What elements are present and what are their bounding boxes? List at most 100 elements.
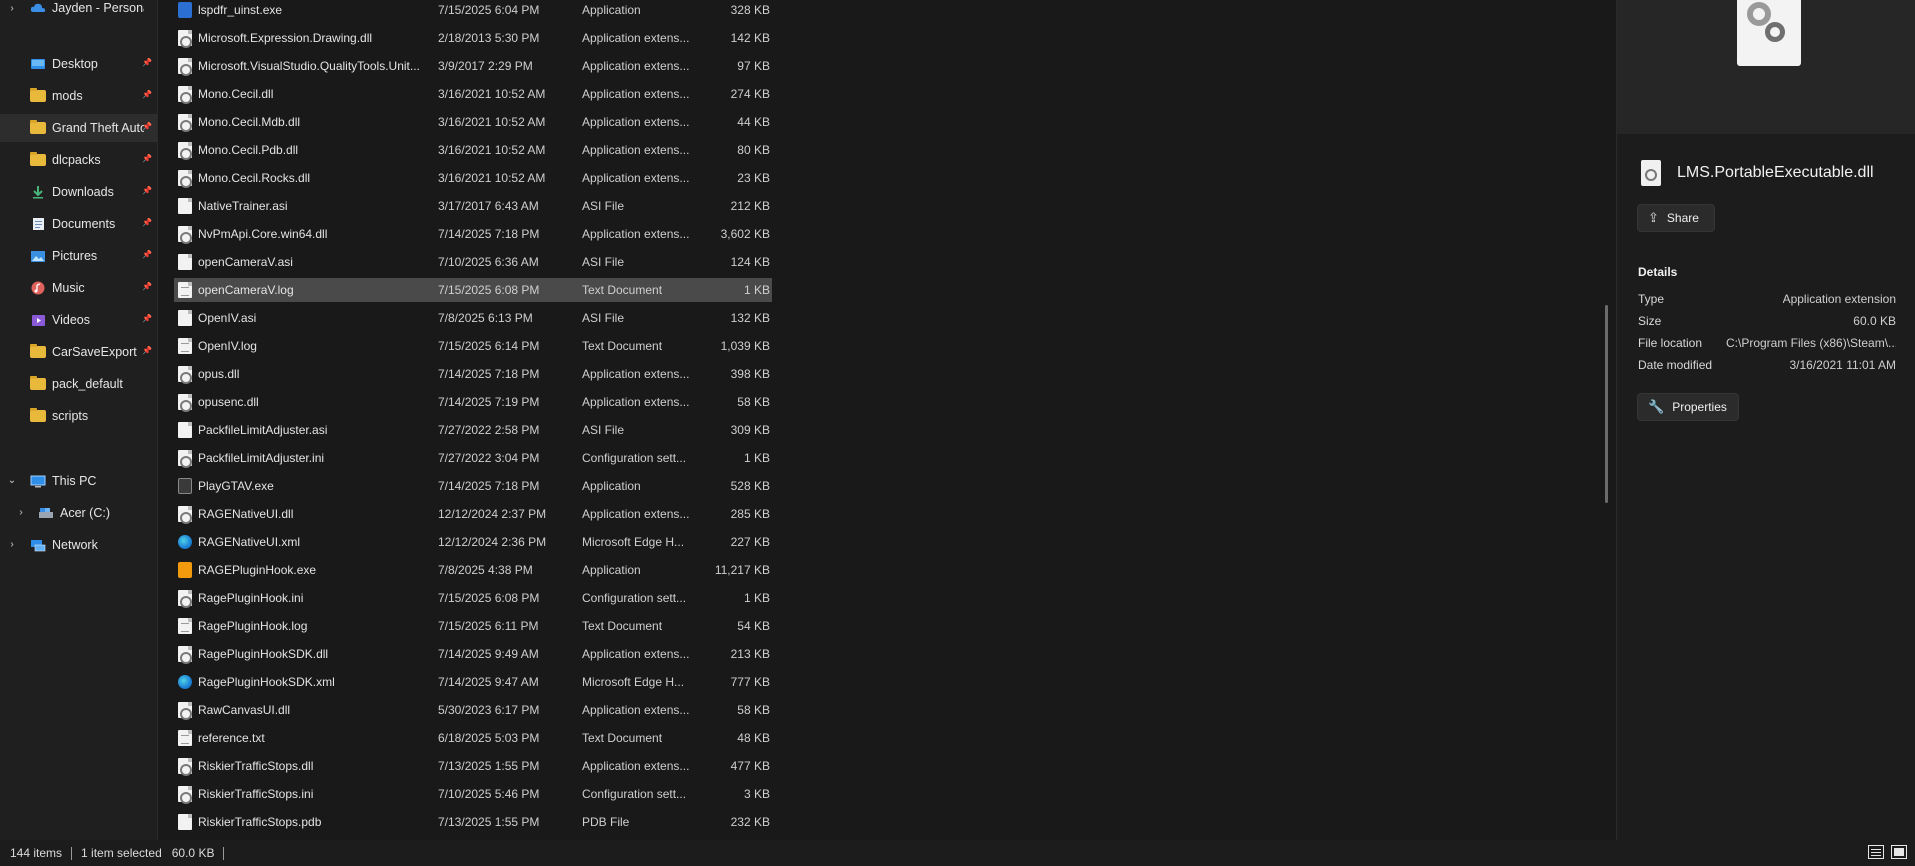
- settings-file-icon: [178, 142, 192, 160]
- chevron-right-icon[interactable]: ›: [15, 507, 27, 519]
- file-row[interactable]: RagePluginHookSDK.xml 7/14/2025 9:47 AM Mi…: [174, 670, 772, 694]
- sidebar-item-desktop[interactable]: Desktop 📌: [0, 50, 157, 78]
- file-type: Configuration sett...: [582, 787, 687, 801]
- file-name: NativeTrainer.asi: [198, 199, 288, 213]
- pin-icon[interactable]: 📌: [142, 90, 152, 100]
- pin-icon[interactable]: 📌: [142, 250, 152, 260]
- file-row[interactable]: NvPmApi.Core.win64.dll 7/14/2025 7:18 PM A…: [174, 222, 772, 246]
- file-row[interactable]: RagePluginHookSDK.dll 7/14/2025 9:49 AM Ap…: [174, 642, 772, 666]
- pin-icon[interactable]: 📌: [142, 282, 152, 292]
- file-row[interactable]: RAGENativeUI.xml 12/12/2024 2:36 PM Micros…: [174, 530, 772, 554]
- sidebar-item-grand-theft-auto-v[interactable]: Grand Theft Auto V📌: [0, 114, 157, 142]
- file-date: 7/8/2025 4:38 PM: [438, 563, 533, 577]
- file-name: Microsoft.Expression.Drawing.dll: [198, 31, 373, 45]
- chevron-right-icon[interactable]: ›: [6, 539, 18, 551]
- file-type: Application extens...: [582, 703, 690, 717]
- file-row[interactable]: openCameraV.asi 7/10/2025 6:36 AM ASI File…: [174, 250, 772, 274]
- sidebar-item-documents[interactable]: Documents 📌: [0, 210, 157, 238]
- file-row[interactable]: Mono.Cecil.Pdb.dll 3/16/2021 10:52 AM Appl…: [174, 138, 772, 162]
- file-size: 1 KB: [743, 591, 770, 605]
- file-row[interactable]: reference.txt 6/18/2025 5:03 PM Text Docum…: [174, 726, 772, 750]
- vertical-scrollbar[interactable]: [1605, 305, 1608, 503]
- file-row[interactable]: RiskierTrafficStops.pdb 7/13/2025 1:55 PM…: [174, 810, 772, 834]
- pin-icon[interactable]: 📌: [142, 186, 152, 196]
- file-row[interactable]: RAGEPluginHook.exe 7/8/2025 4:38 PM Applic…: [174, 558, 772, 582]
- file-date: 7/14/2025 7:19 PM: [438, 395, 540, 409]
- sidebar-item-pack-default[interactable]: pack_default: [0, 370, 157, 398]
- file-row[interactable]: Mono.Cecil.Rocks.dll 3/16/2021 10:52 AM Ap…: [174, 166, 772, 190]
- file-row[interactable]: PackfileLimitAdjuster.asi 7/27/2022 2:58 …: [174, 418, 772, 442]
- file-row[interactable]: OpenIV.asi 7/8/2025 6:13 PM ASI File 132 KB: [174, 306, 772, 330]
- pin-icon[interactable]: 📌: [142, 346, 152, 356]
- file-name: RAGEPluginHook.exe: [198, 563, 317, 577]
- pin-icon[interactable]: 📌: [142, 122, 152, 132]
- file-row[interactable]: opusenc.dll 7/14/2025 7:19 PM Application …: [174, 390, 772, 414]
- file-row[interactable]: RawCanvasUI.dll 5/30/2023 6:17 PM Applicat…: [174, 698, 772, 722]
- sidebar-item-downloads[interactable]: Downloads 📌: [0, 178, 157, 206]
- file-row[interactable]: Mono.Cecil.dll 3/16/2021 10:52 AM Applicat…: [174, 82, 772, 106]
- file-size: 309 KB: [730, 423, 770, 437]
- nav-item-network[interactable]: › Network: [0, 531, 157, 559]
- file-name: PlayGTAV.exe: [198, 479, 274, 493]
- file-date: 7/8/2025 6:13 PM: [438, 311, 533, 325]
- pin-icon[interactable]: 📌: [142, 154, 152, 164]
- detail-value: Application extension: [1782, 292, 1896, 306]
- nav-item-drive-c[interactable]: › Acer (C:): [0, 499, 157, 527]
- tiles-view-icon[interactable]: [1891, 845, 1907, 859]
- sidebar-item-label: Music: [52, 281, 85, 295]
- file-row[interactable]: OpenIV.log 7/15/2025 6:14 PM Text Document…: [174, 334, 772, 358]
- file-row[interactable]: RagePluginHook.ini 7/15/2025 6:08 PM Confi…: [174, 586, 772, 610]
- detail-value: 60.0 KB: [1853, 314, 1896, 328]
- nav-item-this-pc[interactable]: ⌄ This PC: [0, 467, 157, 495]
- nav-item-onedrive[interactable]: › Jayden - Personal: [0, 0, 157, 22]
- file-row[interactable]: Microsoft.Expression.Drawing.dll 2/18/201…: [174, 26, 772, 50]
- file-row[interactable]: NativeTrainer.asi 3/17/2017 6:43 AM ASI Fi…: [174, 194, 772, 218]
- sidebar-item-mods[interactable]: mods 📌: [0, 82, 157, 110]
- sidebar-item-pictures[interactable]: Pictures 📌: [0, 242, 157, 270]
- sidebar-item-label: dlcpacks: [52, 153, 101, 167]
- sidebar-item-dlcpacks[interactable]: dlcpacks 📌: [0, 146, 157, 174]
- file-row[interactable]: opus.dll 7/14/2025 7:18 PM Application ext…: [174, 362, 772, 386]
- file-type: ASI File: [582, 255, 625, 269]
- pin-icon[interactable]: 📌: [142, 218, 152, 228]
- file-row[interactable]: RiskierTrafficStops.dll 7/13/2025 1:55 PM…: [174, 754, 772, 778]
- computer-icon: [30, 474, 46, 488]
- file-row[interactable]: RAGENativeUI.dll 12/12/2024 2:37 PM Applic…: [174, 502, 772, 526]
- file-row[interactable]: lspdfr_uinst.exe 7/15/2025 6:04 PM Applica…: [174, 0, 772, 22]
- file-type: ASI File: [582, 423, 625, 437]
- file-row[interactable]: RagePluginHook.log 7/15/2025 6:11 PM Text …: [174, 614, 772, 638]
- file-size: 328 KB: [730, 3, 770, 17]
- file-icon: [178, 254, 192, 270]
- chevron-right-icon[interactable]: ›: [6, 3, 18, 15]
- sidebar-item-scripts[interactable]: scripts: [0, 402, 157, 430]
- downloads-icon: [30, 185, 46, 199]
- details-view-icon[interactable]: [1868, 845, 1884, 859]
- pin-icon[interactable]: 📌: [142, 314, 152, 324]
- file-date: 7/14/2025 9:49 AM: [438, 647, 539, 661]
- file-name: RiskierTrafficStops.dll: [198, 759, 314, 773]
- sidebar-item-carsaveexport[interactable]: CarSaveExport 📌: [0, 338, 157, 366]
- file-size: 1 KB: [743, 283, 770, 297]
- sidebar-item-music[interactable]: Music 📌: [0, 274, 157, 302]
- file-type: Application: [582, 563, 641, 577]
- file-row[interactable]: RiskierTrafficStops.ini 7/10/2025 5:46 PM…: [174, 782, 772, 806]
- share-button[interactable]: ⇪ Share: [1637, 204, 1715, 232]
- sidebar-item-label: Grand Theft Auto V: [52, 121, 144, 135]
- file-row[interactable]: openCameraV.log 7/15/2025 6:08 PM Text Doc…: [174, 278, 772, 302]
- file-preview: [1617, 0, 1915, 134]
- file-type: ASI File: [582, 199, 625, 213]
- file-row[interactable]: Mono.Cecil.Mdb.dll 3/16/2021 10:52 AM Appl…: [174, 110, 772, 134]
- settings-file-icon: [178, 394, 192, 412]
- sidebar-item-videos[interactable]: Videos 📌: [0, 306, 157, 334]
- file-name: Mono.Cecil.dll: [198, 87, 274, 101]
- pin-icon[interactable]: 📌: [142, 58, 152, 68]
- file-row[interactable]: PlayGTAV.exe 7/14/2025 7:18 PM Application…: [174, 474, 772, 498]
- file-row[interactable]: Microsoft.VisualStudio.QualityTools.Unit…: [174, 54, 772, 78]
- file-size: 58 KB: [737, 395, 770, 409]
- file-name: RagePluginHook.log: [198, 619, 308, 633]
- dll-file-icon: [1737, 0, 1801, 66]
- chevron-down-icon[interactable]: ⌄: [6, 475, 18, 487]
- file-row[interactable]: PackfileLimitAdjuster.ini 7/27/2022 3:04 …: [174, 446, 772, 470]
- videos-icon: [30, 313, 46, 327]
- properties-button[interactable]: 🔧 Properties: [1637, 393, 1739, 421]
